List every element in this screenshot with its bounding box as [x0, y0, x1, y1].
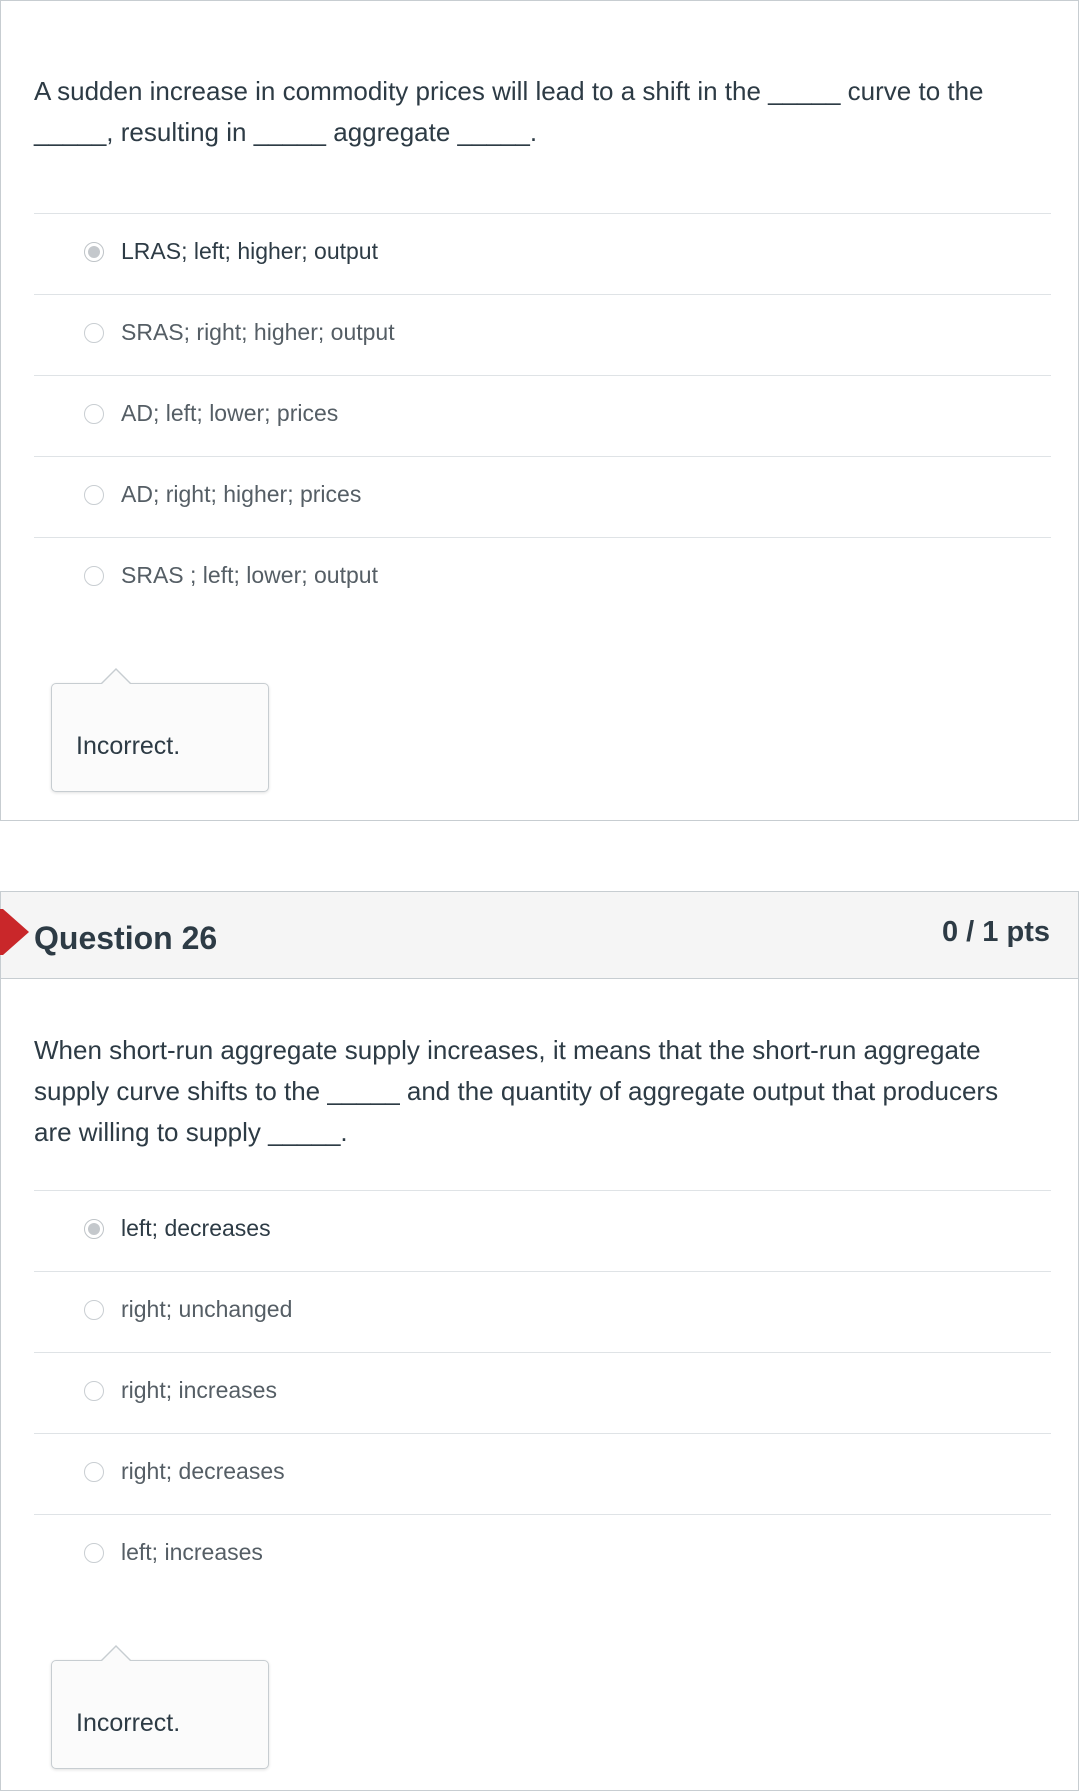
question-26-text-line-1: When short-run aggregate supply increase… — [34, 1035, 981, 1065]
radio-button-icon[interactable] — [84, 242, 104, 262]
question-title: Question 26 — [34, 920, 218, 956]
answer-option[interactable]: right; decreases — [34, 1434, 1051, 1515]
answer-label: right; unchanged — [121, 1296, 293, 1322]
answer-label: SRAS; right; higher; output — [121, 319, 395, 345]
radio-button-icon[interactable] — [84, 404, 104, 424]
answer-option[interactable]: AD; right; higher; prices — [34, 457, 1051, 538]
answer-option[interactable]: left; increases — [34, 1515, 1051, 1596]
answer-option[interactable]: SRAS ; left; lower; output — [34, 538, 1051, 619]
answer-option[interactable]: AD; left; lower; prices — [34, 376, 1051, 457]
feedback-text: Incorrect. — [76, 1709, 181, 1737]
answer-label: AD; left; lower; prices — [121, 400, 339, 426]
question-26-answers: left; decreases right; unchanged right; … — [34, 1190, 1051, 1596]
radio-button-icon[interactable] — [84, 1462, 104, 1482]
question-25-text-line-2: _____, resulting in _____ aggregate ____… — [34, 117, 538, 147]
answer-option[interactable]: right; unchanged — [34, 1272, 1051, 1353]
answer-option[interactable]: SRAS; right; higher; output — [34, 295, 1051, 376]
question-26-text-line-3: are willing to supply _____. — [34, 1117, 348, 1147]
feedback-text: Incorrect. — [76, 732, 181, 760]
radio-button-icon[interactable] — [84, 1300, 104, 1320]
radio-button-icon[interactable] — [84, 1219, 104, 1239]
answer-label: right; increases — [121, 1377, 277, 1403]
radio-button-icon[interactable] — [84, 485, 104, 505]
radio-button-icon[interactable] — [84, 1543, 104, 1563]
question-25-answers: LRAS; left; higher; output SRAS; right; … — [34, 213, 1051, 619]
question-header: Question 26 0 / 1 pts — [0, 892, 1078, 979]
answer-option[interactable]: LRAS; left; higher; output — [34, 214, 1051, 295]
question-25-card: A sudden increase in commodity prices wi… — [0, 0, 1079, 821]
answer-feedback-box: Incorrect. — [51, 1645, 269, 1769]
answer-label: right; decreases — [121, 1458, 285, 1484]
question-26-text-line-2: supply curve shifts to the _____ and the… — [34, 1076, 999, 1106]
radio-button-icon[interactable] — [84, 1381, 104, 1401]
answer-label: left; increases — [121, 1539, 263, 1565]
answer-option[interactable]: left; decreases — [34, 1191, 1051, 1272]
question-25-text-line-1: A sudden increase in commodity prices wi… — [34, 76, 984, 106]
incorrect-flag-icon — [3, 909, 29, 955]
question-26-text: When short-run aggregate supply increase… — [34, 1030, 1044, 1153]
question-points: 0 / 1 pts — [942, 916, 1050, 948]
answer-label: left; decreases — [121, 1215, 271, 1241]
answer-label: LRAS; left; higher; output — [121, 238, 378, 264]
answer-feedback-box: Incorrect. — [51, 668, 269, 792]
radio-button-icon[interactable] — [84, 323, 104, 343]
answer-label: SRAS ; left; lower; output — [121, 562, 378, 588]
answer-option[interactable]: right; increases — [34, 1353, 1051, 1434]
question-26-card: Question 26 0 / 1 pts When short-run agg… — [0, 891, 1079, 1791]
answer-label: AD; right; higher; prices — [121, 481, 362, 507]
question-25-text: A sudden increase in commodity prices wi… — [34, 71, 1044, 153]
radio-button-icon[interactable] — [84, 566, 104, 586]
